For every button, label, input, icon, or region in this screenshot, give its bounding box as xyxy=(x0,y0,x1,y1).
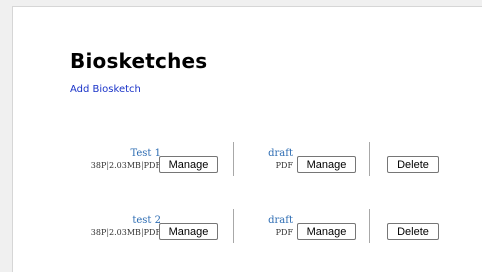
manage-button[interactable]: Manage xyxy=(159,156,218,173)
add-biosketch-link[interactable]: Add Biosketch xyxy=(70,84,141,95)
column-divider xyxy=(369,209,370,243)
file-meta: 38P|2.03MB|PDF xyxy=(91,160,161,172)
file-meta: 38P|2.03MB|PDF xyxy=(91,227,161,239)
draft-manage-button[interactable]: Manage xyxy=(297,223,356,240)
file-info: test 2 38P|2.03MB|PDF xyxy=(91,215,161,239)
draft-type: PDF xyxy=(275,228,293,237)
draft-type: PDF xyxy=(275,161,293,170)
biosketch-row: test 2 38P|2.03MB|PDF Manage draft PDF M… xyxy=(13,207,482,247)
file-pages: 38P xyxy=(90,228,107,237)
page-title: Biosketches xyxy=(70,49,208,73)
manage-button[interactable]: Manage xyxy=(159,223,218,240)
column-divider xyxy=(233,209,234,243)
column-divider xyxy=(233,142,234,176)
draft-info: draft PDF xyxy=(265,215,293,239)
file-pages: 38P xyxy=(90,161,107,170)
draft-info: draft PDF xyxy=(265,148,293,172)
biosketch-row: Test 1 38P|2.03MB|PDF Manage draft PDF M… xyxy=(13,140,482,180)
draft-name-link[interactable]: draft xyxy=(265,148,293,160)
file-size: 2.03MB xyxy=(109,161,141,170)
file-name-link[interactable]: test 2 xyxy=(91,215,161,227)
draft-manage-button[interactable]: Manage xyxy=(297,156,356,173)
file-info: Test 1 38P|2.03MB|PDF xyxy=(91,148,161,172)
biosketches-panel: Biosketches Add Biosketch Test 1 38P|2.0… xyxy=(12,6,482,272)
file-size: 2.03MB xyxy=(109,228,141,237)
file-name-link[interactable]: Test 1 xyxy=(91,148,161,160)
column-divider xyxy=(369,142,370,176)
delete-button[interactable]: Delete xyxy=(387,156,439,173)
delete-button[interactable]: Delete xyxy=(387,223,439,240)
draft-name-link[interactable]: draft xyxy=(265,215,293,227)
